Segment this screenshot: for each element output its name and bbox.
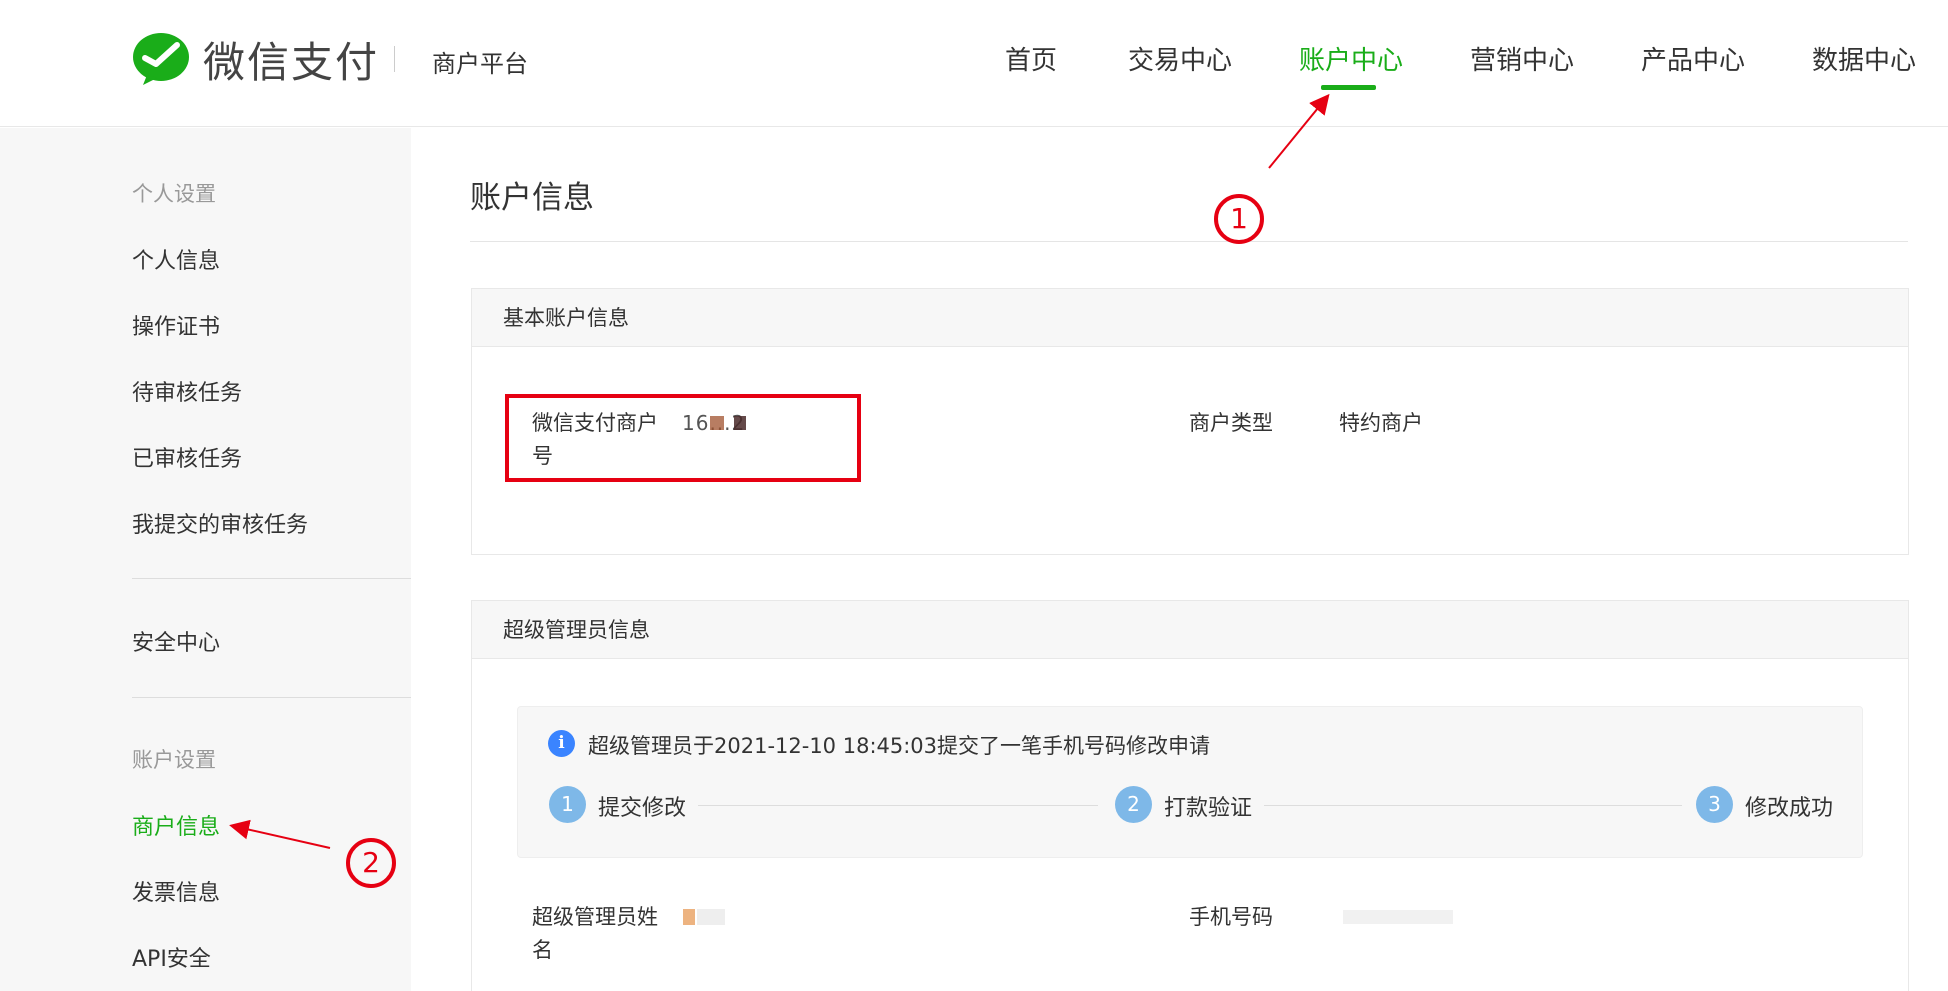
sidebar-group-account: 账户设置 [132, 748, 216, 772]
admin-name-value-redacted [683, 907, 725, 927]
step-2-number: 2 [1115, 786, 1152, 823]
step-3-label: 修改成功 [1745, 796, 1834, 821]
change-notice-box [517, 706, 1863, 858]
merchant-type-label: 商户类型 [1189, 411, 1273, 435]
nav-account[interactable]: 账户中心 [1299, 40, 1403, 77]
active-nav-indicator [1321, 85, 1376, 90]
sidebar-item-reviewed-tasks[interactable]: 已审核任务 [132, 441, 242, 473]
top-header: 微信支付 商户平台 首页 交易中心 账户中心 营销中心 产品中心 数据中心 [0, 0, 1948, 127]
phone-value-redacted [1343, 907, 1453, 927]
sidebar-item-api-security[interactable]: API安全 [132, 941, 211, 973]
sidebar-item-merchant-info[interactable]: 商户信息 [132, 809, 220, 841]
step-connector [1264, 805, 1682, 806]
page-title: 账户信息 [470, 180, 594, 216]
redaction-mark [697, 909, 725, 925]
sidebar-item-security[interactable]: 安全中心 [132, 625, 220, 657]
annotation-highlight-box [505, 394, 861, 482]
sidebar-item-personal-info[interactable]: 个人信息 [132, 243, 220, 275]
sidebar-item-pending-tasks[interactable]: 待审核任务 [132, 375, 242, 407]
sidebar-item-invoice-info[interactable]: 发票信息 [132, 875, 220, 907]
super-admin-heading: 超级管理员信息 [472, 601, 1908, 659]
nav-transactions[interactable]: 交易中心 [1128, 40, 1232, 77]
annotation-badge-1: 1 [1214, 194, 1264, 244]
step-1-number: 1 [549, 786, 586, 823]
step-2-label: 打款验证 [1164, 796, 1253, 821]
step-1-label: 提交修改 [598, 796, 687, 821]
redaction-mark [683, 909, 695, 925]
change-notice-text: 超级管理员于2021-12-10 18:45:03提交了一笔手机号码修改申请 [588, 734, 1211, 758]
nav-marketing[interactable]: 营销中心 [1470, 40, 1574, 77]
merchant-type-value: 特约商户 [1339, 411, 1423, 435]
sidebar-item-certificate[interactable]: 操作证书 [132, 309, 220, 341]
admin-name-label-line2: 名 [532, 938, 553, 962]
nav-products[interactable]: 产品中心 [1641, 40, 1745, 77]
sidebar-divider [132, 697, 411, 698]
phone-label: 手机号码 [1189, 905, 1273, 929]
info-icon: i [548, 730, 575, 757]
step-3-number: 3 [1696, 786, 1733, 823]
redaction-mark [1343, 910, 1453, 924]
annotation-badge-2: 2 [346, 838, 396, 888]
top-nav: 首页 交易中心 账户中心 营销中心 产品中心 数据中心 [0, 40, 1948, 100]
title-divider [470, 241, 1908, 242]
sidebar-divider [132, 578, 411, 579]
sidebar-item-submitted-tasks[interactable]: 我提交的审核任务 [132, 507, 308, 539]
nav-home[interactable]: 首页 [1005, 40, 1057, 77]
admin-name-label: 超级管理员姓 名 [532, 901, 658, 967]
step-connector [698, 805, 1098, 806]
sidebar-group-personal: 个人设置 [132, 182, 216, 206]
admin-name-label-line1: 超级管理员姓 [532, 905, 658, 929]
nav-data[interactable]: 数据中心 [1812, 40, 1916, 77]
basic-account-heading: 基本账户信息 [472, 289, 1908, 347]
